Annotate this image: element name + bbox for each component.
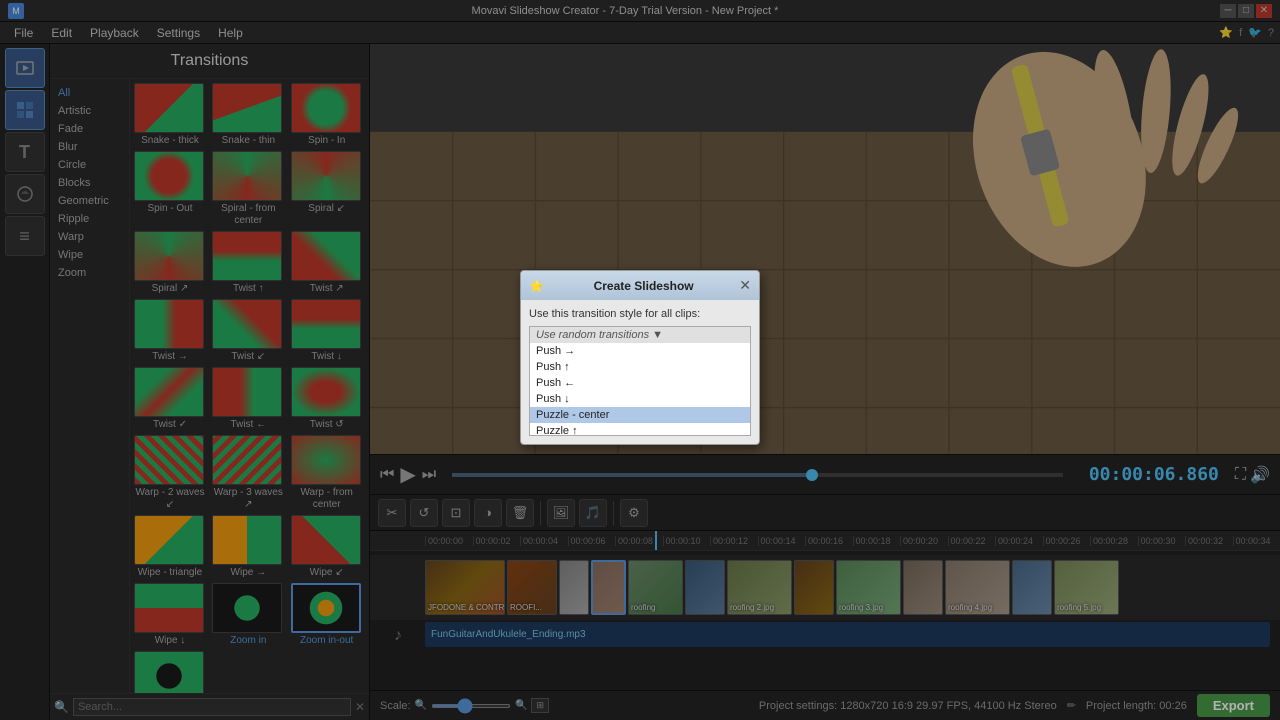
create-slideshow-dialog: ⭐ Create Slideshow ✕ Use this transition… bbox=[520, 270, 760, 445]
dialog-option-push-left[interactable]: Push ← bbox=[530, 375, 750, 391]
dialog-icon: ⭐ bbox=[529, 279, 544, 293]
dialog-option-push-right[interactable]: Push → bbox=[530, 343, 750, 359]
dialog-option-push-down[interactable]: Push ↓ bbox=[530, 391, 750, 407]
dialog-option-puzzle-center[interactable]: Puzzle - center bbox=[530, 407, 750, 423]
dialog-option-random[interactable]: Use random transitions ▼ bbox=[530, 327, 750, 343]
dialog-overlay: ⭐ Create Slideshow ✕ Use this transition… bbox=[0, 0, 1280, 720]
dialog-body: Use this transition style for all clips:… bbox=[521, 300, 759, 444]
dialog-instruction: Use this transition style for all clips: bbox=[529, 308, 751, 320]
dialog-close-btn[interactable]: ✕ bbox=[739, 277, 751, 294]
dialog-option-push-up[interactable]: Push ↑ bbox=[530, 359, 750, 375]
dialog-option-puzzle-up[interactable]: Puzzle ↑ bbox=[530, 423, 750, 436]
dialog-title: Create Slideshow bbox=[594, 279, 694, 293]
dialog-header: ⭐ Create Slideshow ✕ bbox=[521, 271, 759, 300]
dialog-transition-list[interactable]: Use random transitions ▼ Push → Push ↑ P… bbox=[529, 326, 751, 436]
